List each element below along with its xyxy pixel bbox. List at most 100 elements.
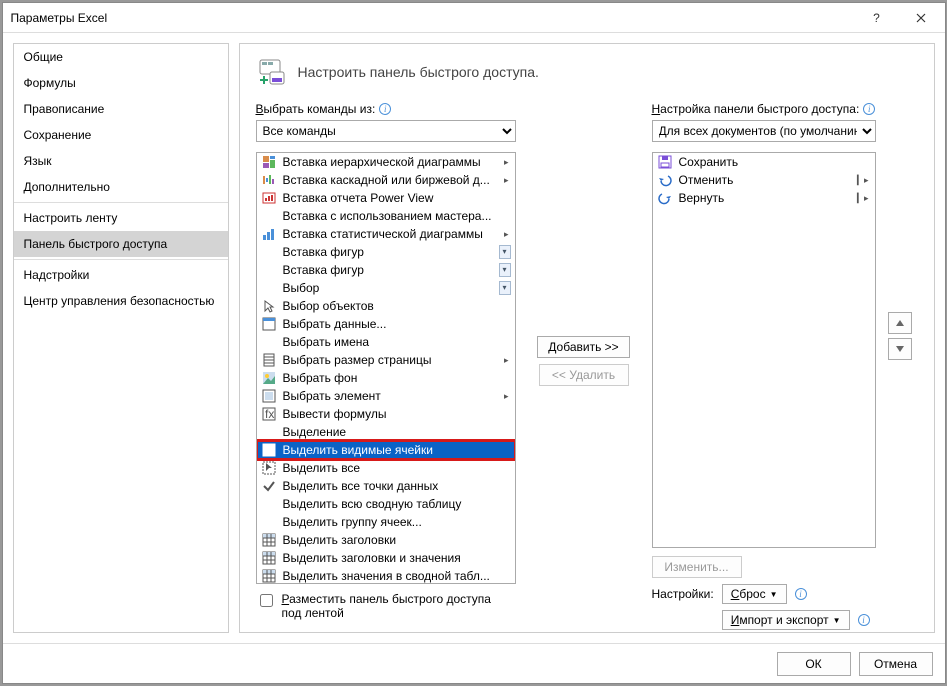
- save-icon: [657, 154, 673, 170]
- remove-button[interactable]: << Удалить: [539, 364, 629, 386]
- choose-commands-combo[interactable]: Все команды: [256, 120, 516, 142]
- command-item[interactable]: fx Вывести формулы: [257, 405, 515, 423]
- info-icon[interactable]: i: [379, 103, 391, 115]
- sidebar-item[interactable]: Надстройки: [14, 262, 228, 288]
- check-icon: [261, 478, 277, 494]
- import-export-menu-button[interactable]: Импорт и экспорт▼: [722, 610, 850, 630]
- sidebar-item[interactable]: Центр управления безопасностью: [14, 288, 228, 314]
- qat-customize-icon: [256, 56, 288, 88]
- modify-button[interactable]: Изменить...: [652, 556, 742, 578]
- command-label: Выбрать размер страницы: [283, 353, 498, 367]
- submenu-arrow-icon: ▸: [504, 175, 511, 186]
- info-icon[interactable]: i: [795, 588, 807, 600]
- command-label: Вставка статистической диаграммы: [283, 227, 498, 241]
- help-button[interactable]: ?: [855, 4, 899, 32]
- command-item[interactable]: Выделить всю сводную таблицу: [257, 495, 515, 513]
- sidebar-item[interactable]: Формулы: [14, 70, 228, 96]
- command-label: Выделить всю сводную таблицу: [283, 497, 511, 511]
- move-up-button[interactable]: [888, 312, 912, 334]
- command-item[interactable]: Вставка фигур▾: [257, 261, 515, 279]
- cursor-icon: [261, 298, 277, 314]
- command-item[interactable]: Выбор ▾: [257, 279, 515, 297]
- sidebar-item[interactable]: Общие: [14, 44, 228, 70]
- sidebar-item[interactable]: Дополнительно: [14, 174, 228, 200]
- move-down-button[interactable]: [888, 338, 912, 360]
- command-item[interactable]: Выделить все: [257, 459, 515, 477]
- command-item[interactable]: Вставка с использованием мастера...: [257, 207, 515, 225]
- cancel-button[interactable]: Отмена: [859, 652, 933, 676]
- below-ribbon-label: Разместить панель быстрого доступа под л…: [282, 592, 512, 620]
- command-label: Вставка иерархической диаграммы: [283, 155, 498, 169]
- add-button[interactable]: Добавить >>: [537, 336, 629, 358]
- command-item[interactable]: Выбрать данные...: [257, 315, 515, 333]
- command-item[interactable]: Выделить видимые ячейки: [257, 441, 515, 459]
- info-icon[interactable]: i: [863, 103, 875, 115]
- dropdown-chevron-icon[interactable]: ▾: [499, 263, 511, 277]
- command-item[interactable]: Выбрать фон: [257, 369, 515, 387]
- sidebar-item[interactable]: Язык: [14, 148, 228, 174]
- command-item[interactable]: Выделить заголовки и значения: [257, 549, 515, 567]
- sidebar-item[interactable]: Настроить ленту: [14, 205, 228, 231]
- values-icon: [261, 568, 277, 584]
- qat-item[interactable]: Вернуть ▎▸: [653, 189, 875, 207]
- command-label: Выделить заголовки и значения: [283, 551, 511, 565]
- split-arrow-icon: ▎▸: [857, 193, 870, 204]
- command-label: Выбрать фон: [283, 371, 511, 385]
- command-item[interactable]: Выбор объектов: [257, 297, 515, 315]
- command-item[interactable]: Выделить значения в сводной табл...: [257, 567, 515, 584]
- qat-listbox[interactable]: СохранитьОтменить▎▸ Вернуть ▎▸: [652, 152, 876, 548]
- select-data-icon: [261, 316, 277, 332]
- svg-text:fx: fx: [265, 407, 274, 421]
- command-item[interactable]: Выбрать имена: [257, 333, 515, 351]
- triangle-down-icon: [896, 346, 904, 352]
- close-icon: [916, 13, 926, 23]
- command-item[interactable]: Вставка статистической диаграммы ▸: [257, 225, 515, 243]
- qat-column: Настройка панели быстрого доступа: i Для…: [652, 102, 912, 620]
- chart-tree-icon: [261, 154, 277, 170]
- command-label: Выбор: [283, 281, 493, 295]
- powerview-icon: [261, 190, 277, 206]
- command-item[interactable]: Выделить группу ячеек...: [257, 513, 515, 531]
- command-item[interactable]: Выделение: [257, 423, 515, 441]
- ok-button[interactable]: ОК: [777, 652, 851, 676]
- qat-scope-combo[interactable]: Для всех документов (по умолчанию): [652, 120, 876, 142]
- info-icon[interactable]: i: [858, 614, 870, 626]
- sidebar-item[interactable]: Сохранение: [14, 122, 228, 148]
- qat-bottom-controls: Изменить... Настройки: Сброс▼ i Настройк…: [652, 556, 912, 630]
- commands-listbox[interactable]: Вставка иерархической диаграммы▸Вставка …: [256, 152, 516, 584]
- command-item[interactable]: Вставка отчета Power View: [257, 189, 515, 207]
- qat-item[interactable]: Сохранить: [653, 153, 875, 171]
- below-ribbon-checkbox[interactable]: [260, 594, 273, 607]
- main-heading: Настроить панель быстрого доступа.: [298, 64, 539, 80]
- command-item[interactable]: Вставка иерархической диаграммы ▸: [257, 153, 515, 171]
- formulas-icon: fx: [261, 406, 277, 422]
- submenu-arrow-icon: ▸: [504, 391, 511, 402]
- blank-icon: [261, 334, 277, 350]
- reorder-buttons: [888, 312, 912, 360]
- redo-icon: [657, 190, 673, 206]
- command-label: Выделить все точки данных: [283, 479, 511, 493]
- headers2-icon: [261, 550, 277, 566]
- close-button[interactable]: [899, 4, 943, 32]
- dropdown-chevron-icon[interactable]: ▾: [499, 281, 511, 295]
- command-item[interactable]: Выбрать размер страницы▸: [257, 351, 515, 369]
- command-item[interactable]: Выбрать элемент▸: [257, 387, 515, 405]
- command-item[interactable]: Вставка фигур▾: [257, 243, 515, 261]
- titlebar: Параметры Excel ?: [3, 3, 945, 33]
- command-label: Вставка каскадной или биржевой д...: [283, 173, 498, 187]
- command-label: Вывести формулы: [283, 407, 511, 421]
- qat-item[interactable]: Отменить▎▸: [653, 171, 875, 189]
- command-item[interactable]: Выделить заголовки: [257, 531, 515, 549]
- command-item[interactable]: Вставка каскадной или биржевой д... ▸: [257, 171, 515, 189]
- select-el-icon: [261, 388, 277, 404]
- submenu-arrow-icon: ▸: [504, 157, 511, 168]
- reset-menu-button[interactable]: Сброс▼: [722, 584, 787, 604]
- qat-item-label: Вернуть: [679, 191, 852, 205]
- dropdown-chevron-icon[interactable]: ▾: [499, 245, 511, 259]
- command-label: Выбрать данные...: [283, 317, 511, 331]
- sidebar-item[interactable]: Панель быстрого доступа: [14, 231, 228, 257]
- submenu-arrow-icon: ▸: [504, 229, 511, 240]
- settings-label: Настройки:: [652, 587, 714, 601]
- command-item[interactable]: Выделить все точки данных: [257, 477, 515, 495]
- sidebar-item[interactable]: Правописание: [14, 96, 228, 122]
